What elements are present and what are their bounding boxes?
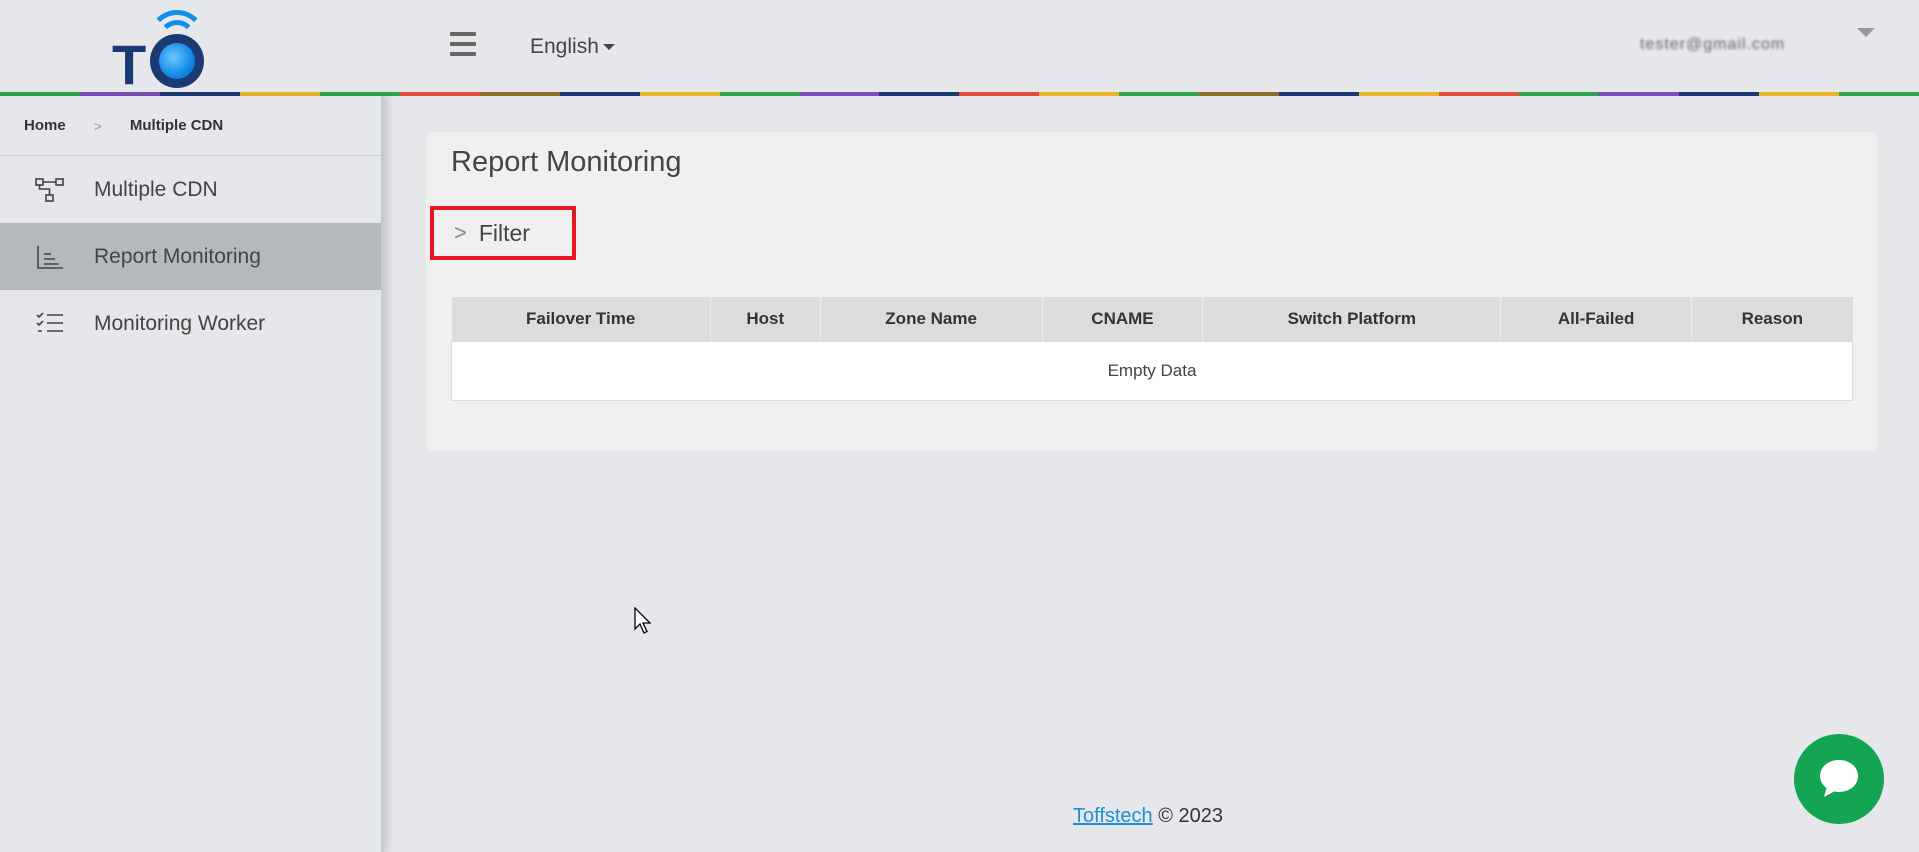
column-header-reason[interactable]: Reason <box>1691 297 1853 341</box>
chart-icon <box>34 243 66 271</box>
report-table: Failover Time Host Zone Name CNAME Switc… <box>451 297 1853 401</box>
language-dropdown[interactable]: English <box>530 35 615 59</box>
chat-bubble-icon <box>1820 760 1858 797</box>
sidebar: Home > Multiple CDN Multiple CDN Report … <box>0 96 384 852</box>
footer: Toffstech © 2023 <box>1073 805 1223 828</box>
column-header-cname[interactable]: CNAME <box>1042 297 1204 341</box>
sidebar-item-report-monitoring[interactable]: Report Monitoring <box>0 223 381 290</box>
column-header-failover-time[interactable]: Failover Time <box>451 297 711 341</box>
empty-data-message: Empty Data <box>451 340 1853 401</box>
hamburger-menu-icon[interactable] <box>450 32 476 60</box>
chevron-right-icon: > <box>454 220 467 245</box>
user-menu-caret-icon[interactable] <box>1857 28 1875 37</box>
sidebar-item-label: Monitoring Worker <box>94 311 266 335</box>
breadcrumb: Home > Multiple CDN <box>0 96 381 156</box>
breadcrumb-current[interactable]: Multiple CDN <box>130 117 223 134</box>
filter-toggle[interactable]: > Filter <box>430 206 576 260</box>
filter-label: Filter <box>478 219 530 246</box>
checklist-icon <box>34 310 66 338</box>
breadcrumb-chevron-icon: > <box>93 117 102 134</box>
table-empty-row: Empty Data <box>451 340 1853 401</box>
mouse-cursor-icon <box>634 607 652 634</box>
footer-toffstech-link[interactable]: Toffstech <box>1073 805 1153 827</box>
top-header: TFFS English tester@gmail.com <box>0 0 1919 161</box>
report-monitoring-card: Report Monitoring > Filter Failover Time… <box>426 132 1878 451</box>
caret-down-icon <box>602 44 615 51</box>
page-title: Report Monitoring <box>451 146 682 178</box>
column-header-all-failed[interactable]: All-Failed <box>1500 297 1693 341</box>
toffs-logo[interactable]: TFFS <box>112 10 272 161</box>
breadcrumb-home[interactable]: Home <box>24 117 66 134</box>
sidebar-item-label: Multiple CDN <box>94 177 218 201</box>
chat-button[interactable] <box>1794 734 1884 824</box>
column-header-host[interactable]: Host <box>710 297 821 341</box>
footer-copyright: © 2023 <box>1158 805 1224 827</box>
sidebar-item-monitoring-worker[interactable]: Monitoring Worker <box>0 290 381 357</box>
logo-globe-icon <box>150 34 204 88</box>
user-email[interactable]: tester@gmail.com <box>1640 36 1830 56</box>
language-label: English <box>530 35 599 58</box>
network-icon <box>34 176 66 204</box>
column-header-switch-platform[interactable]: Switch Platform <box>1202 297 1502 341</box>
table-header-row: Failover Time Host Zone Name CNAME Switc… <box>451 297 1853 341</box>
sidebar-item-label: Report Monitoring <box>94 244 261 268</box>
column-header-zone-name[interactable]: Zone Name <box>820 297 1043 341</box>
sidebar-item-multiple-cdn[interactable]: Multiple CDN <box>0 156 381 223</box>
